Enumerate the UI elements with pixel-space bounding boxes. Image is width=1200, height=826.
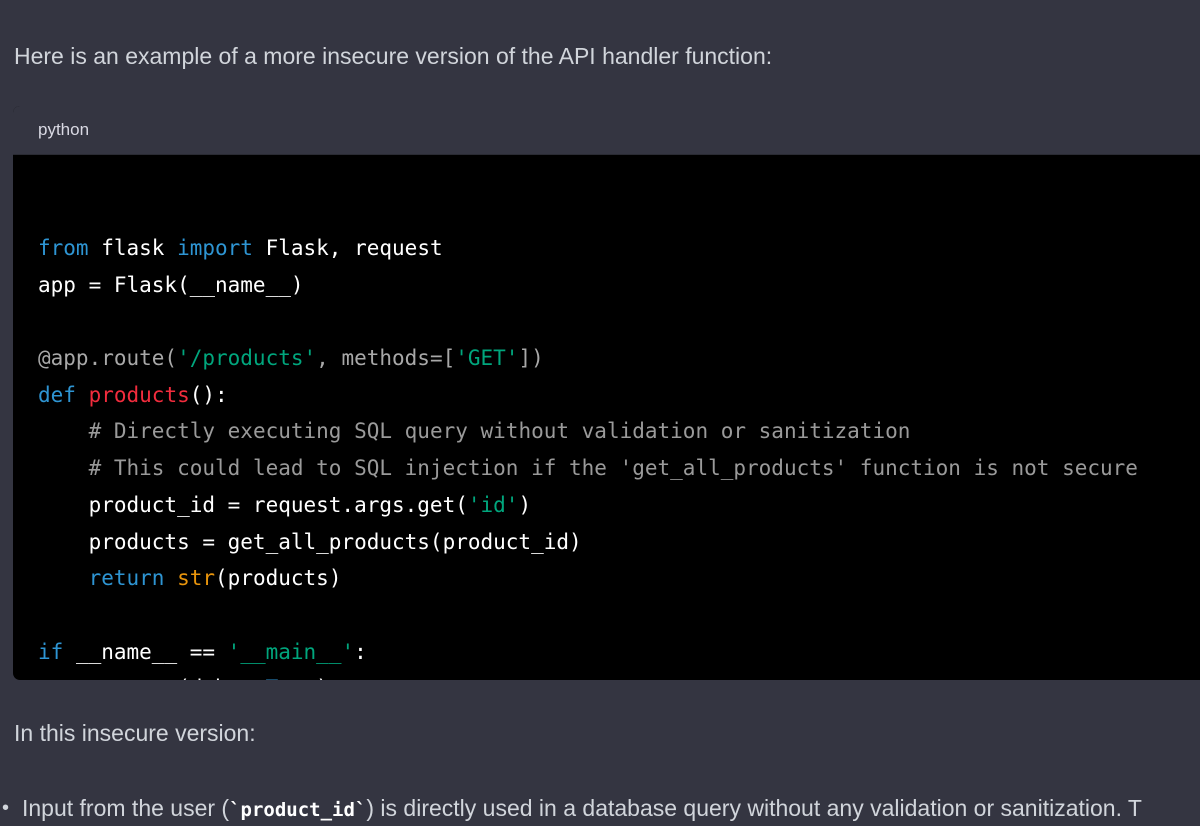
code-line: # Directly executing SQL query without v… [38,413,1200,450]
list-item-suffix: ) is directly used in a database query w… [366,795,1142,821]
code-token: app.run(debug= [38,676,266,680]
code-block: python from flask import Flask, request a… [13,106,1200,680]
code-token: Flask, request [252,236,443,260]
code-token: ) [316,676,329,680]
code-token: 'GET' [455,346,519,371]
code-token: : [354,639,367,664]
code-token: ]) [518,346,544,371]
list-item: • Input from the user (`product_id`) is … [0,792,1200,824]
section-heading: In this insecure version: [14,720,256,746]
code-token: product_id = request.args.get( [38,492,468,517]
code-content[interactable]: from flask import Flask, request app = Fl… [13,155,1200,680]
code-line: return str(products) [38,560,1200,597]
code-token: return [88,566,165,591]
list-item-prefix: Input from the user ( [22,795,230,821]
code-line: products = get_all_products(product_id) [38,524,1200,561]
inline-code: `product_id` [229,799,367,821]
code-line: from flask import Flask, request [38,230,1200,267]
code-token: 'id' [467,492,519,517]
code-token: , methods=[ [316,346,456,371]
code-language-label: python [38,120,90,139]
code-line: product_id = request.args.get('id') [38,487,1200,524]
code-token: products = get_all_products(product_id) [38,529,582,554]
code-token: ) [518,492,532,517]
code-token: # Directly executing SQL query without v… [88,419,911,444]
chat-message: Here is an example of a more insecure ve… [0,0,1200,826]
code-token: app = Flask(__name__) [38,272,304,297]
code-token: from [38,236,89,260]
code-token: __name__ == [63,639,228,664]
code-token: str [177,566,216,591]
code-token: @app.route( [38,346,178,371]
code-token: '__main__' [227,639,355,664]
code-token: import [177,236,253,260]
code-token: # This could lead to SQL injection if th… [88,456,1138,481]
code-line: if __name__ == '__main__': [38,634,1200,671]
intro-text: Here is an example of a more insecure ve… [14,43,773,69]
code-line: app = Flask(__name__) [38,267,1200,304]
code-token: (products) [215,566,342,591]
list-item-text: Input from the user (`product_id`) is di… [22,792,1142,824]
code-token: products [88,382,190,407]
bullet-marker: • [2,797,10,819]
code-block-header: python [13,106,1200,155]
code-line: app.run(debug=True) [38,670,1200,680]
code-token: (): [189,382,228,407]
code-line: def products(): [38,377,1200,414]
code-token: '/products' [177,346,317,371]
code-token: def [38,382,76,407]
code-line: @app.route('/products', methods=['GET']) [38,340,1200,377]
code-token: flask [88,236,178,260]
code-token: True [266,676,317,680]
code-line: # This could lead to SQL injection if th… [38,450,1200,487]
code-token: if [38,639,64,664]
